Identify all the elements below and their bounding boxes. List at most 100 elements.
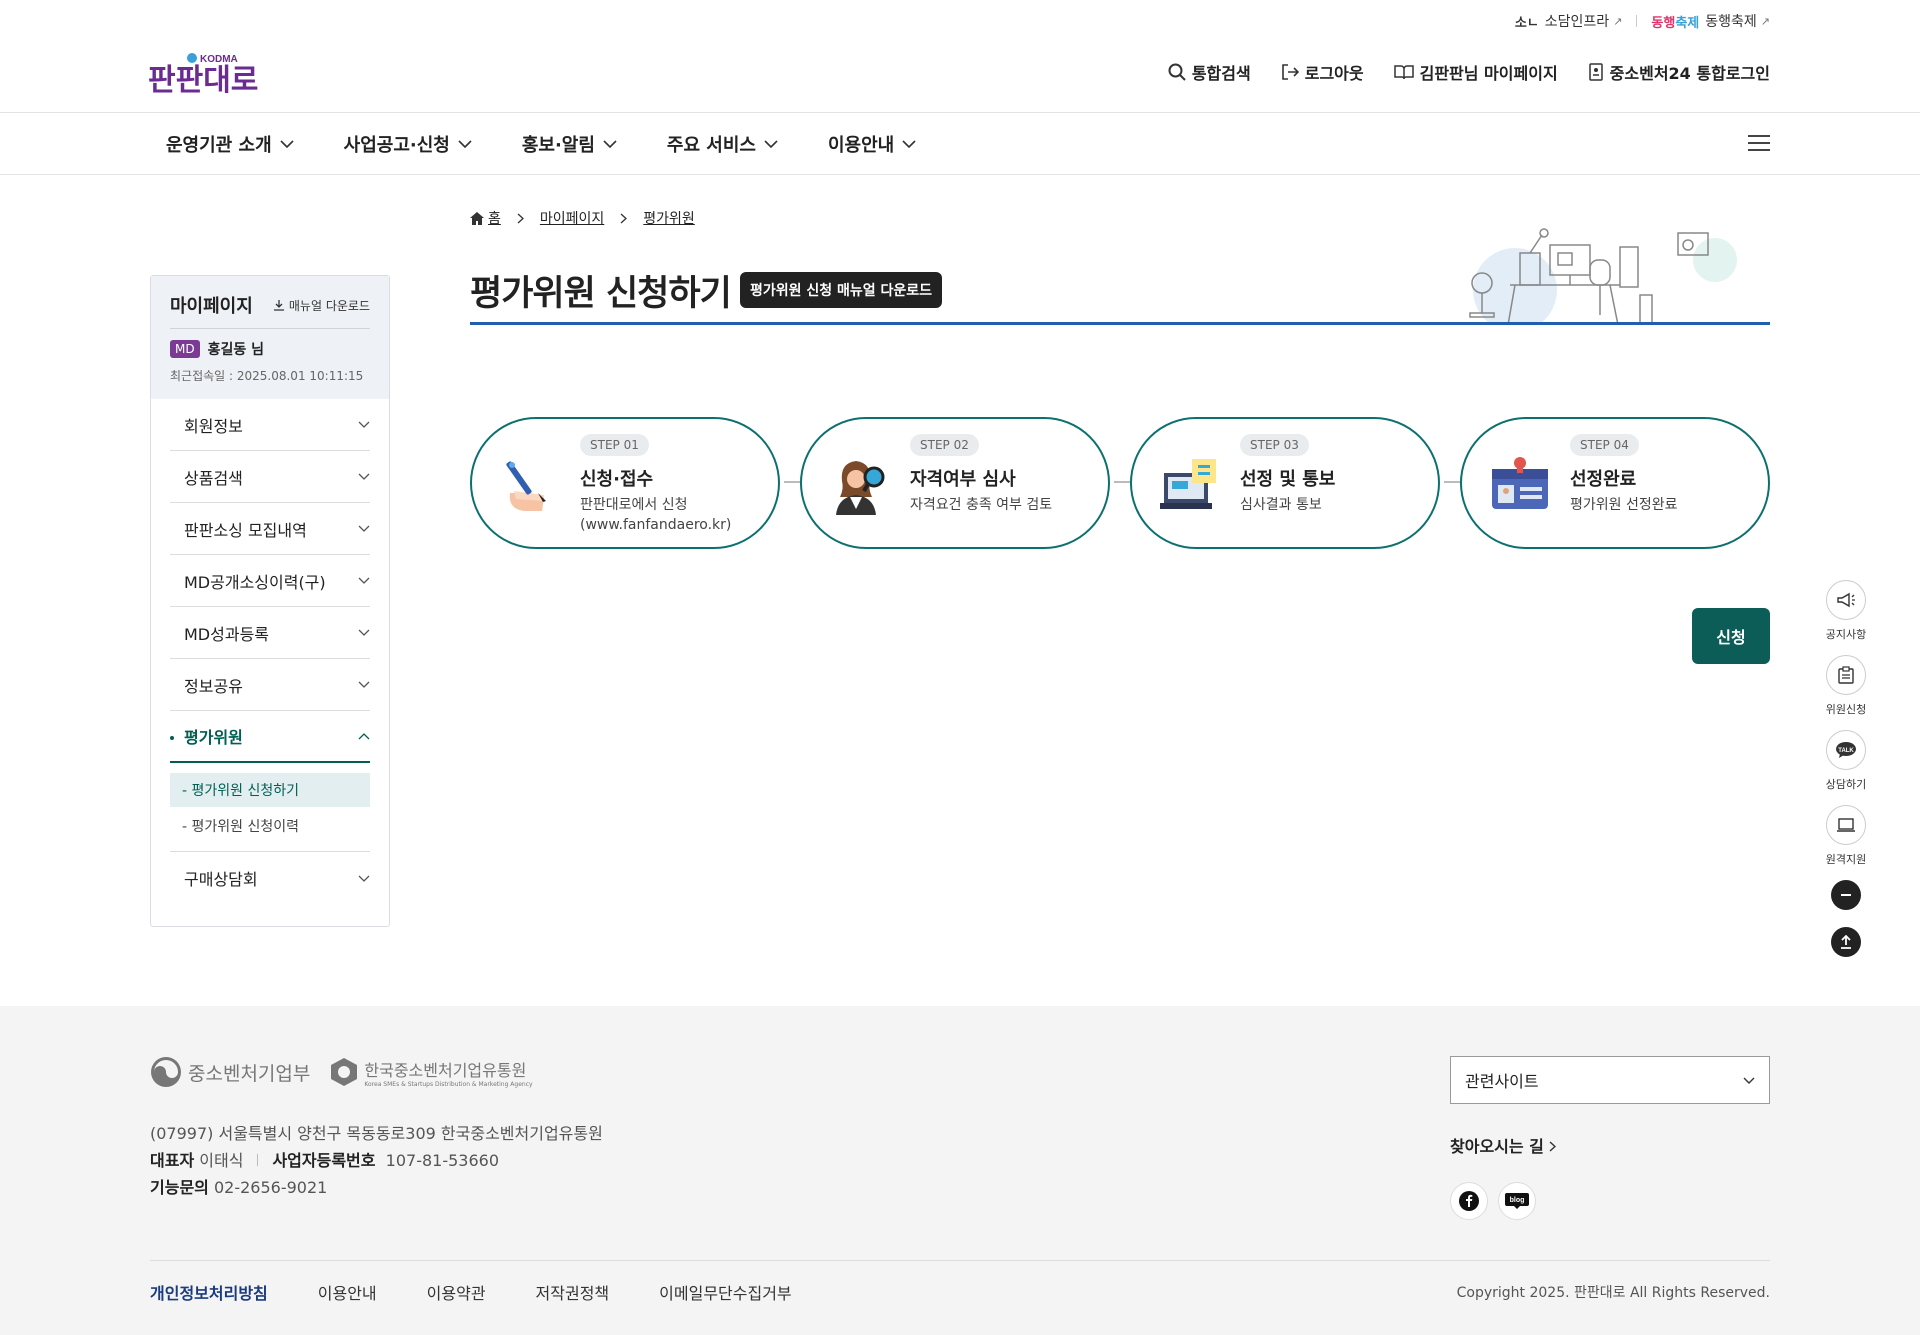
main-nav-bar: 운영기관 소개 사업공고·신청 홍보·알림 주요 서비스 이용안내 bbox=[0, 112, 1920, 175]
sidebar-header: 마이페이지 매뉴얼 다운로드 MD 홍길동 님 최근접속일 : 2025.08.0… bbox=[151, 276, 389, 399]
integrated-login-link[interactable]: 중소벤처24 통합로그인 bbox=[1588, 60, 1770, 84]
chevron-down-icon bbox=[358, 681, 370, 688]
step-number: STEP 03 bbox=[1240, 434, 1309, 456]
site-logo[interactable]: KODMA 판판대로 bbox=[148, 52, 268, 98]
main-nav: 운영기관 소개 사업공고·신청 홍보·알림 주요 서비스 이용안내 bbox=[166, 131, 916, 157]
nav-news[interactable]: 홍보·알림 bbox=[522, 131, 617, 157]
laptop-icon bbox=[1837, 818, 1855, 832]
mypage-link[interactable]: 김판판님 마이페이지 bbox=[1393, 60, 1558, 84]
breadcrumb-home[interactable]: 홈 bbox=[470, 208, 501, 228]
search-link[interactable]: 통합검색 bbox=[1168, 60, 1251, 84]
footer-links: 개인정보처리방침 이용안내 이용약관 저작권정책 이메일무단수집거부 bbox=[150, 1280, 792, 1304]
step-name: 선정 및 통보 bbox=[1240, 469, 1336, 490]
logo-text: 판판대로 bbox=[148, 63, 258, 96]
submenu-evaluator-history[interactable]: - 평가위원 신청이력 bbox=[170, 809, 370, 843]
festival-logo-icon: 동행축제 bbox=[1651, 15, 1700, 31]
nav-guide[interactable]: 이용안내 bbox=[828, 131, 916, 157]
manual-download-button[interactable]: 평가위원 신청 매뉴얼 다운로드 bbox=[740, 272, 943, 308]
step-desc: 자격요건 충족 여부 검토 bbox=[910, 497, 1053, 513]
sidebar-item-product-search[interactable]: 상품검색 bbox=[170, 451, 370, 503]
step-name: 신청·접수 bbox=[580, 469, 654, 490]
sodam-link[interactable]: 소ㄴ 소담인프라 ↗ bbox=[1515, 11, 1623, 31]
sidebar-item-evaluator[interactable]: 평가위원 bbox=[170, 711, 370, 763]
submenu-apply-evaluator[interactable]: - 평가위원 신청하기 bbox=[170, 773, 370, 807]
megaphone-icon bbox=[1837, 592, 1855, 608]
blog-icon[interactable]: blog bbox=[1498, 1182, 1536, 1220]
directions-link[interactable]: 찾아오시는 길 bbox=[1450, 1133, 1557, 1157]
breadcrumb-mypage[interactable]: 마이페이지 bbox=[540, 208, 604, 228]
step-name: 자격여부 심사 bbox=[910, 469, 1016, 490]
sidebar-item-info-share[interactable]: 정보공유 bbox=[170, 659, 370, 711]
home-icon bbox=[470, 211, 484, 225]
footer-link-no-email[interactable]: 이메일무단수집거부 bbox=[659, 1280, 791, 1304]
footer-link-privacy[interactable]: 개인정보처리방침 bbox=[150, 1280, 268, 1304]
sidebar-item-member[interactable]: 회원정보 bbox=[170, 399, 370, 451]
apply-button[interactable]: 신청 bbox=[1692, 608, 1770, 664]
sidebar: 마이페이지 매뉴얼 다운로드 MD 홍길동 님 최근접속일 : 2025.08.0… bbox=[150, 275, 390, 927]
sidebar-submenu: - 평가위원 신청하기 - 평가위원 신청이력 bbox=[170, 763, 370, 852]
facebook-icon[interactable] bbox=[1450, 1182, 1488, 1220]
user-name: 홍길동 님 bbox=[207, 342, 264, 358]
nav-business[interactable]: 사업공고·신청 bbox=[344, 131, 472, 157]
step-card: STEP 01 신청·접수 판판대로에서 신청 (www.fanfandaero.… bbox=[470, 417, 780, 549]
nav-services[interactable]: 주요 서비스 bbox=[667, 131, 778, 157]
sidebar-item-sourcing[interactable]: 판판소싱 모집내역 bbox=[170, 503, 370, 555]
chevron-right-icon bbox=[1550, 1141, 1557, 1152]
id-card-icon bbox=[1492, 457, 1548, 509]
user-info: MD 홍길동 님 bbox=[170, 339, 370, 359]
quick-notice[interactable]: 공지사항 bbox=[1826, 580, 1866, 642]
step-card: STEP 04 선정완료 평가위원 선정완료 bbox=[1460, 417, 1770, 549]
sodam-logo-icon: 소ㄴ bbox=[1514, 15, 1539, 31]
step-number: STEP 04 bbox=[1570, 434, 1639, 456]
nav-about[interactable]: 운영기관 소개 bbox=[166, 131, 294, 157]
download-icon bbox=[273, 300, 284, 311]
id-badge-icon bbox=[1588, 63, 1603, 81]
step-desc: 평가위원 선정완료 bbox=[1570, 497, 1678, 513]
step-number: STEP 02 bbox=[910, 434, 979, 456]
step-desc: 심사결과 통보 bbox=[1240, 497, 1322, 513]
zoom-out-icon[interactable] bbox=[1831, 880, 1861, 910]
magnifier-person-icon bbox=[836, 461, 885, 515]
logout-link[interactable]: 로그아웃 bbox=[1281, 60, 1364, 84]
ministry-logo: 중소벤처기업부 bbox=[150, 1056, 310, 1088]
chevron-down-icon bbox=[358, 525, 370, 532]
chevron-up-icon bbox=[358, 732, 370, 739]
chevron-down-icon bbox=[358, 875, 370, 882]
sidebar-item-purchase-consult[interactable]: 구매상담회 bbox=[170, 852, 370, 904]
quick-remote-support[interactable]: 원격지원 bbox=[1826, 805, 1866, 867]
md-badge: MD bbox=[170, 340, 200, 358]
breadcrumb-evaluator[interactable]: 평가위원 bbox=[643, 208, 695, 228]
festival-link[interactable]: 동행축제 동행축제 ↗ bbox=[1651, 11, 1770, 31]
chevron-down-icon bbox=[603, 140, 617, 148]
chevron-right-icon bbox=[620, 213, 628, 223]
sidebar-item-md-performance[interactable]: MD성과등록 bbox=[170, 607, 370, 659]
footer-link-guide[interactable]: 이용안내 bbox=[318, 1280, 377, 1304]
divider bbox=[150, 1260, 1770, 1261]
step-desc: 판판대로에서 신청 (www.fanfandaero.kr) bbox=[580, 497, 732, 533]
step-card: STEP 03 선정 및 통보 심사결과 통보 bbox=[1130, 417, 1440, 549]
top-nav: 통합검색 로그아웃 김판판님 마이페이지 중소벤처24 통합로그인 bbox=[1168, 60, 1770, 84]
footer-address: (07997) 서울특별시 양천구 목동동로309 한국중소벤처기업유통원 대표… bbox=[150, 1124, 603, 1197]
quick-consult[interactable]: TALK 상담하기 bbox=[1826, 730, 1866, 792]
sidebar-item-md-history[interactable]: MD공개소싱이력(구) bbox=[170, 555, 370, 607]
hamburger-menu-icon[interactable] bbox=[1748, 134, 1770, 152]
divider bbox=[257, 1154, 259, 1166]
scroll-top-icon[interactable] bbox=[1831, 927, 1861, 957]
chevron-down-icon bbox=[902, 140, 916, 148]
footer-link-terms[interactable]: 이용약관 bbox=[427, 1280, 486, 1304]
quick-evaluator-apply[interactable]: 위원신청 bbox=[1826, 655, 1866, 717]
ministry-emblem-icon bbox=[151, 1057, 181, 1087]
divider bbox=[1636, 15, 1638, 27]
divider bbox=[170, 328, 370, 329]
chevron-down-icon bbox=[358, 473, 370, 480]
logout-icon bbox=[1281, 64, 1299, 80]
manual-download-link[interactable]: 매뉴얼 다운로드 bbox=[273, 297, 370, 314]
footer: 중소벤처기업부 한국중소벤처기업유통원 Korea SMEs & Startups… bbox=[0, 1006, 1920, 1335]
chevron-down-icon bbox=[280, 140, 294, 148]
chevron-down-icon bbox=[764, 140, 778, 148]
last-login: 최근접속일 : 2025.08.01 10:11:15 bbox=[170, 369, 364, 383]
search-icon bbox=[1168, 63, 1186, 81]
footer-link-copyright[interactable]: 저작권정책 bbox=[536, 1280, 610, 1304]
related-sites-select[interactable]: 관련사이트 bbox=[1450, 1056, 1770, 1104]
laptop-notice-icon bbox=[1160, 459, 1216, 509]
